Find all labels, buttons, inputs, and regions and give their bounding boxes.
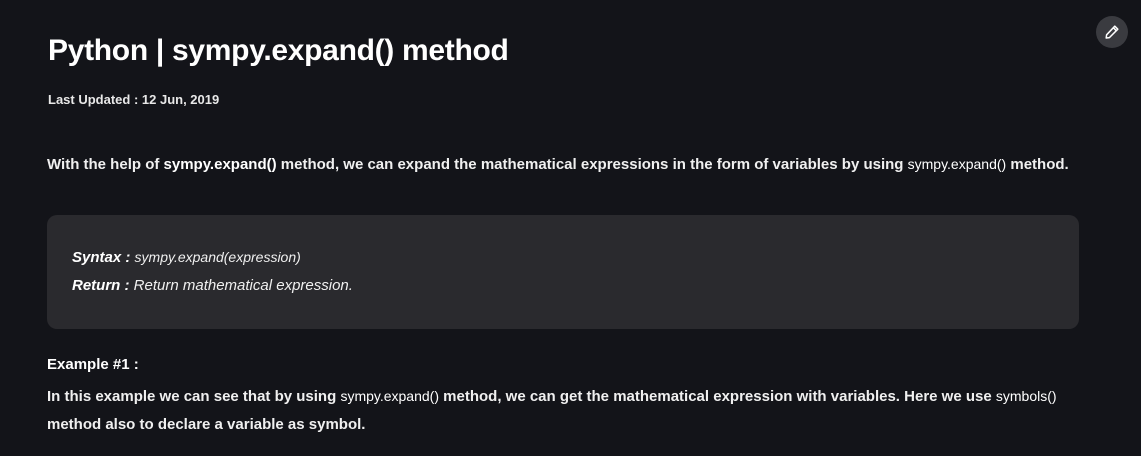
return-line: Return : Return mathematical expression. [72,272,1054,300]
syntax-line: Syntax : sympy.expand(expression) [72,243,1054,272]
page-title: Python | sympy.expand() method [48,34,509,67]
syntax-box: Syntax : sympy.expand(expression) Return… [47,215,1079,329]
intro-text-1: With the help of [47,156,164,173]
example-heading: Example #1 : [47,356,139,373]
intro-code-2: sympy.expand() [907,156,1007,172]
pencil-icon [1105,25,1119,39]
example-text-2: method, we can get the mathematical expr… [439,388,996,405]
edit-button[interactable] [1096,16,1128,48]
return-label: Return : [72,277,134,294]
last-updated: Last Updated : 12 Jun, 2019 [48,92,220,107]
syntax-value: sympy.expand(expression) [134,249,301,265]
article-page: Python | sympy.expand() method Last Upda… [0,0,1141,456]
example-text-1: In this example we can see that by using [47,388,341,405]
return-value: Return mathematical expression. [133,277,353,294]
example-text-3: method also to declare a variable as sym… [47,416,366,433]
example-code-2: symbols() [995,388,1057,404]
syntax-label: Syntax : [72,249,135,266]
example-code-1: sympy.expand() [340,388,439,404]
example-paragraph: In this example we can see that by using… [47,382,1087,439]
intro-text-2: method, we can expand the mathematical e… [276,156,908,173]
intro-text-3: method. [1006,156,1069,173]
intro-code-1: sympy.expand() [163,156,277,173]
intro-paragraph: With the help of sympy.expand() method, … [47,151,1087,178]
